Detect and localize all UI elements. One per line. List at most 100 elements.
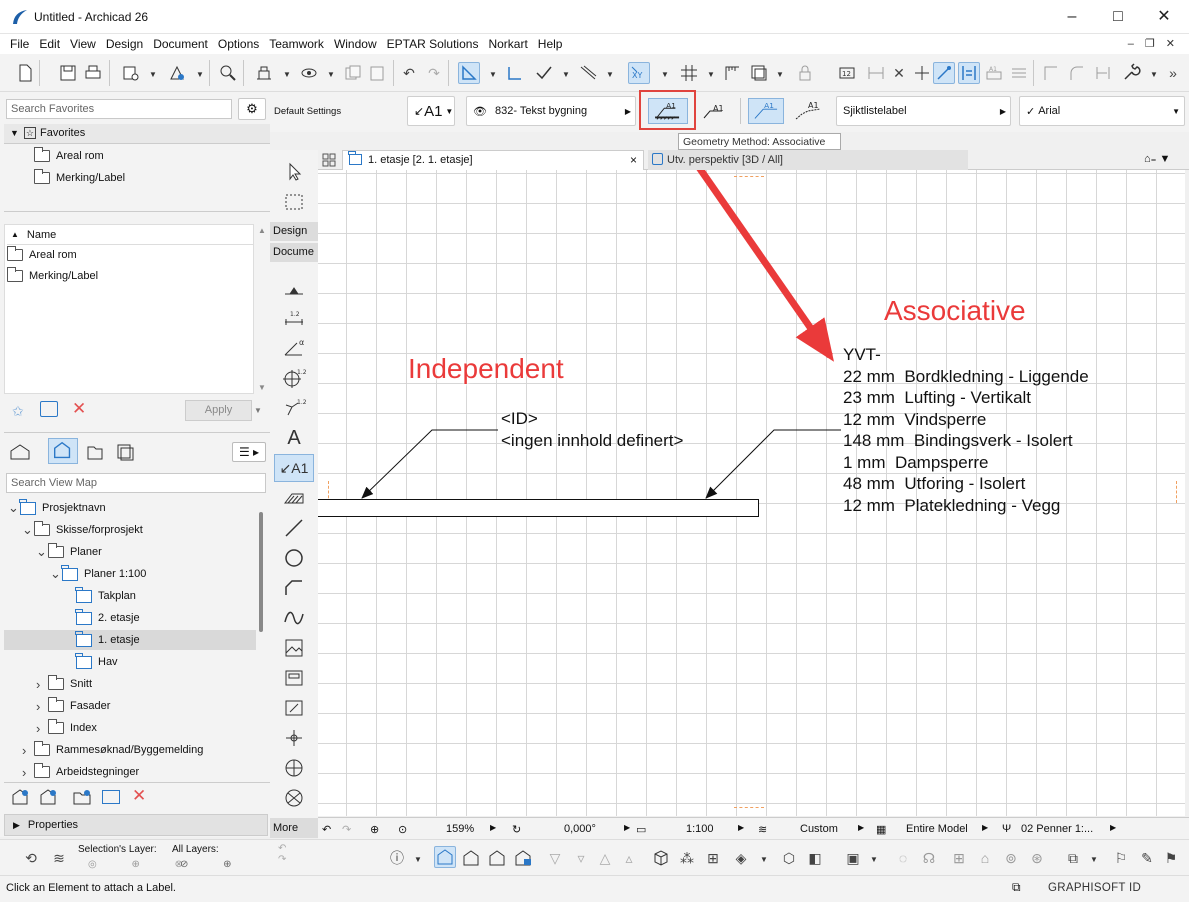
move-down-2-icon[interactable]: ▿	[570, 847, 592, 869]
lock-icon[interactable]	[794, 62, 816, 84]
document-section-header[interactable]: Docume	[270, 243, 318, 262]
spline-tool-icon[interactable]	[274, 604, 314, 632]
3d-open-icon[interactable]: ◧	[804, 847, 826, 869]
message-icon[interactable]: ✎	[1136, 847, 1158, 869]
section-view-icon[interactable]	[460, 847, 482, 869]
visibility-icon[interactable]	[298, 62, 320, 84]
move-up-icon[interactable]: △	[594, 847, 616, 869]
delete-view-icon[interactable]: ✕	[132, 786, 146, 806]
reservation-icon[interactable]: ⚑	[1160, 847, 1182, 869]
new-view-icon[interactable]	[10, 788, 30, 806]
print-icon[interactable]	[82, 62, 104, 84]
person-icon[interactable]: ☊	[918, 847, 940, 869]
maximize-button[interactable]: □	[1095, 0, 1141, 34]
tree-item[interactable]: Takplan	[4, 586, 256, 606]
chevron-icon[interactable]: ›	[36, 677, 48, 692]
arrow-tool-icon[interactable]	[274, 158, 314, 186]
paste-icon[interactable]	[366, 62, 388, 84]
project-map-icon[interactable]	[8, 442, 32, 462]
publisher-sets-icon[interactable]	[114, 442, 136, 462]
level-tool-icon[interactable]: 1.2	[274, 394, 314, 422]
independent-label[interactable]: <ID> <ingen innhold definert>	[501, 408, 683, 451]
view-options-icon[interactable]: ⌂₌ ▼	[1144, 152, 1170, 165]
info-icon[interactable]: ⓘ	[386, 847, 408, 869]
worksheet-view-icon[interactable]	[512, 847, 534, 869]
search-favorites-input[interactable]: Search Favorites	[6, 99, 232, 119]
window-stack-icon[interactable]: ⧉	[1012, 880, 1021, 895]
corner-icon[interactable]	[1040, 62, 1062, 84]
guide-line-icon[interactable]	[458, 62, 480, 84]
zoom-dropdown-icon[interactable]: ▶	[490, 823, 496, 832]
menu-item[interactable]: File	[5, 34, 34, 54]
tree-item[interactable]: 2. etasje	[4, 608, 256, 628]
distribute-icon[interactable]	[958, 62, 980, 84]
copy-icon[interactable]	[342, 62, 364, 84]
document-window-controls[interactable]: – ❐ ✕	[1128, 37, 1179, 50]
close-window-button[interactable]: ✕	[1141, 0, 1187, 34]
tree-item[interactable]: Hav	[4, 652, 256, 672]
wrench-icon[interactable]	[1120, 62, 1142, 84]
favorite-item[interactable]: Merking/Label	[34, 168, 125, 188]
floor-plan-view-icon[interactable]	[434, 846, 456, 868]
apply-dropdown-icon[interactable]: ▼	[254, 400, 266, 421]
model-value[interactable]: Entire Model	[906, 823, 968, 835]
list-item[interactable]: Merking/Label	[7, 266, 98, 286]
layers-icon[interactable]	[748, 62, 770, 84]
layer-visibility-icon[interactable]: ≋	[48, 847, 70, 869]
more-section-header[interactable]: More	[270, 818, 318, 838]
back-view-icon[interactable]: ↶	[322, 823, 331, 836]
tab-overview-icon[interactable]	[322, 153, 336, 167]
change-tool-icon[interactable]	[274, 694, 314, 722]
grid-element-tool-icon[interactable]	[274, 754, 314, 782]
list-item[interactable]: Areal rom	[7, 245, 77, 265]
geometry-method-independent-button[interactable]: A1	[698, 98, 732, 124]
text-tool-icon[interactable]: A	[274, 424, 314, 452]
3d-box-icon[interactable]	[650, 847, 672, 869]
angle-dropdown-icon[interactable]: ▶	[624, 823, 630, 832]
3d-cut-icon[interactable]: ◈	[730, 847, 752, 869]
model-dropdown-icon[interactable]: ▶	[982, 823, 988, 832]
favorites-settings-gear-icon[interactable]: ⚙	[238, 98, 266, 120]
menu-item[interactable]: Teamwork	[264, 34, 329, 54]
move-up-2-icon[interactable]: ▵	[618, 847, 640, 869]
grid-snap-icon[interactable]	[678, 62, 700, 84]
pen-set-value[interactable]: 02 Penner 1:...	[1021, 823, 1093, 835]
zone-tool-icon[interactable]	[274, 784, 314, 812]
align-icon[interactable]	[911, 62, 933, 84]
figure-tool-icon[interactable]	[274, 634, 314, 662]
navigator-menu-icon[interactable]: ☰ ▸	[232, 442, 266, 462]
drawing-tool-icon[interactable]	[274, 664, 314, 692]
fill-tool-icon[interactable]	[274, 484, 314, 512]
scale-dropdown-icon[interactable]: ▶	[738, 823, 744, 832]
adjust-icon[interactable]	[1092, 62, 1114, 84]
label-curved-leader-button[interactable]: A1	[790, 98, 826, 124]
cross-icon[interactable]: ✕	[888, 62, 910, 84]
project-info-icon[interactable]: ⚐	[1110, 847, 1132, 869]
favorites-header[interactable]: ▼ ☆ Favorites	[4, 124, 270, 144]
teamwork-status-icon[interactable]: ⧉	[1062, 847, 1084, 869]
design-section-header[interactable]: Design	[270, 222, 318, 241]
view-map-icon[interactable]	[48, 438, 78, 464]
font-selector[interactable]: ✓ Arial ▼	[1019, 96, 1185, 126]
tree-item[interactable]: ⌄ Prosjektnavn	[4, 498, 256, 518]
structure-value[interactable]: Custom	[800, 823, 838, 835]
menu-item[interactable]: Design	[101, 34, 148, 54]
menu-item[interactable]: View	[65, 34, 101, 54]
radial-dimension-tool-icon[interactable]: 1.2	[274, 364, 314, 392]
tab-3d-perspective[interactable]: Utv. perspektiv [3D / All]	[648, 150, 968, 170]
new-file-icon[interactable]	[14, 62, 36, 84]
menu-item[interactable]: EPTAR Solutions	[382, 34, 484, 54]
chevron-icon[interactable]: ›	[22, 765, 34, 780]
walk-icon[interactable]: ◌	[892, 847, 914, 869]
tab-floor-plan[interactable]: 1. etasje [2. 1. etasje] ×	[342, 150, 644, 170]
trace-icon[interactable]	[577, 62, 599, 84]
tree-item[interactable]: 1. etasje	[4, 630, 256, 650]
snap-guide-icon[interactable]	[504, 62, 526, 84]
menu-item[interactable]: Edit	[34, 34, 65, 54]
tree-item[interactable]: ⌄ Skisse/forprosjekt	[4, 520, 256, 540]
layer-selector[interactable]: 👁 832- Tekst bygning ▶	[466, 96, 636, 126]
floor-plan-canvas[interactable]: Independent Associative <ID> <ingen innh…	[318, 170, 1185, 816]
chevron-icon[interactable]: ›	[36, 699, 48, 714]
graphisoft-id-link[interactable]: GRAPHISOFT ID	[1048, 882, 1141, 894]
toolbar-overflow-icon[interactable]: »	[1162, 62, 1184, 84]
